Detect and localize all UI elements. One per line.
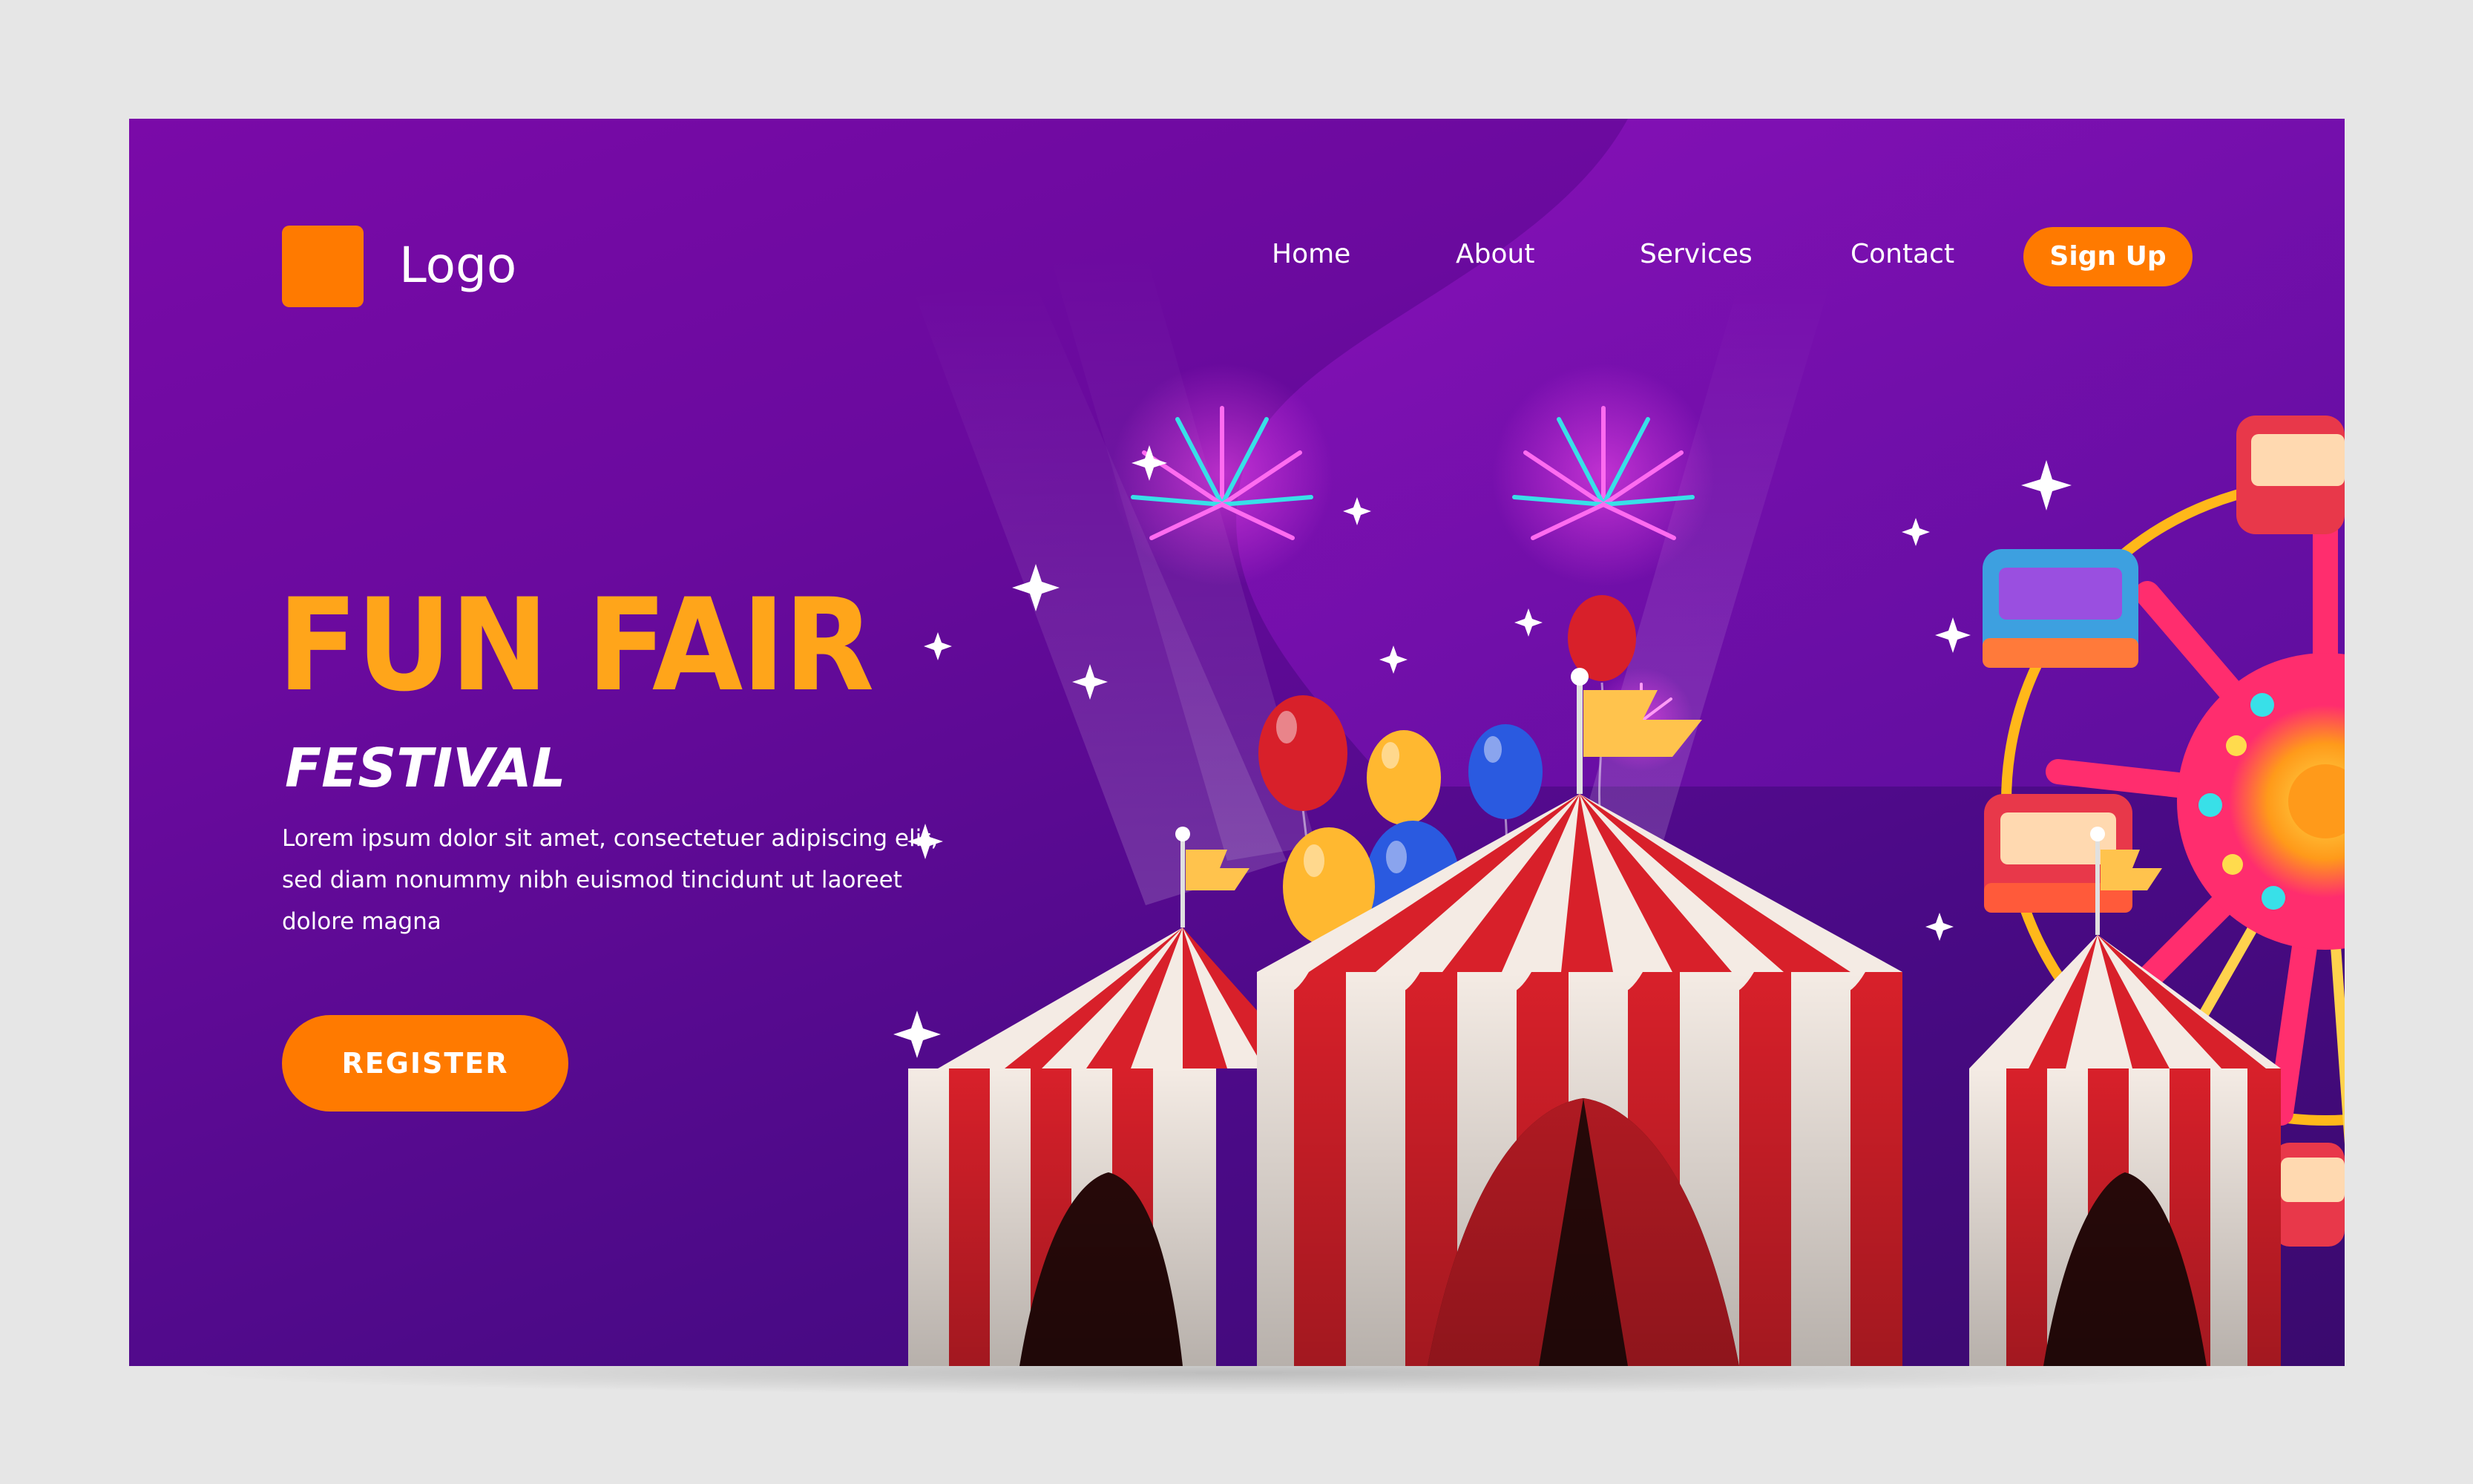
nav-contact[interactable]: Contact	[1850, 236, 1954, 273]
logo-icon[interactable]	[282, 226, 364, 307]
landing-page: Logo Home About Services Contact Sign Up…	[129, 119, 2345, 1366]
hero-description: Lorem ipsum dolor sit amet, consectetuer…	[282, 825, 939, 935]
register-button[interactable]: REGISTER	[282, 1015, 568, 1112]
signup-button[interactable]: Sign Up	[2023, 227, 2193, 286]
logo-text[interactable]: Logo	[399, 236, 516, 295]
hero-subtitle: FESTIVAL	[285, 737, 566, 799]
nav-about[interactable]: About	[1456, 236, 1534, 273]
nav-home[interactable]: Home	[1272, 236, 1350, 273]
nav-services[interactable]: Services	[1640, 236, 1753, 273]
hero-title: FUN FAIR	[277, 571, 874, 720]
